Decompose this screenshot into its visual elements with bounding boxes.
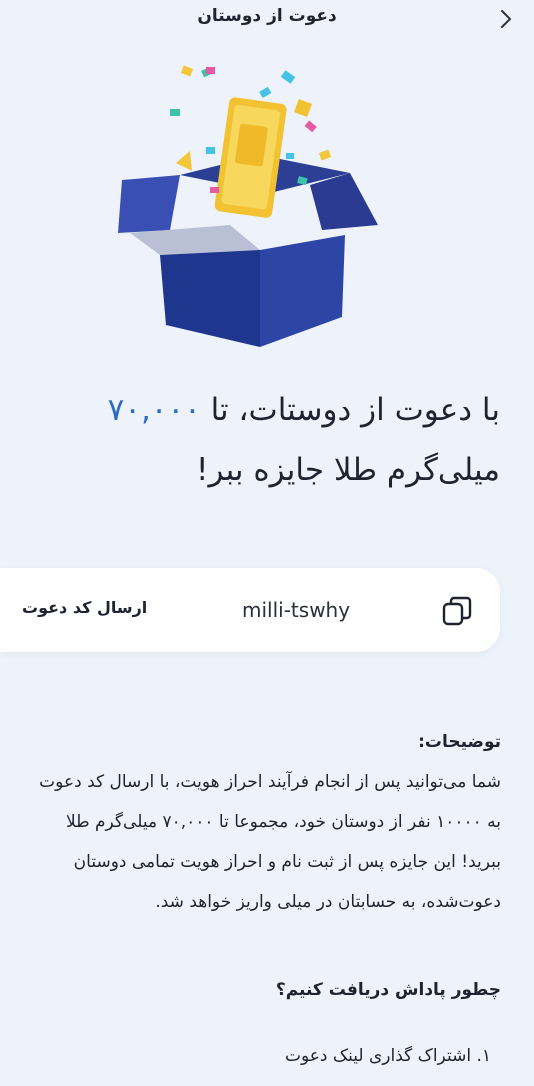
step-item: ۱. اشتراک گذاری لینک دعوت: [285, 1046, 491, 1066]
page-header: دعوت از دوستان: [0, 0, 534, 38]
gift-box-illustration: [118, 65, 378, 347]
send-invite-button[interactable]: ارسال کد دعوت: [22, 598, 147, 617]
description-body: شما می‌توانید پس از انجام فرآیند احراز ه…: [39, 772, 501, 912]
invite-code: milli-tswhy: [242, 598, 351, 622]
headline-amount: ۷۰,۰۰۰: [107, 392, 201, 428]
chevron-right-icon[interactable]: [496, 8, 516, 30]
description-title: توضیحات:: [418, 732, 501, 752]
headline-suffix: میلی‌گرم طلا جایزه ببر!: [196, 452, 500, 488]
copy-icon[interactable]: [440, 594, 474, 628]
page-title: دعوت از دوستان: [197, 6, 337, 26]
invite-code-card: ارسال کد دعوت milli-tswhy: [0, 568, 500, 652]
headline: با دعوت از دوستات، تا ۷۰,۰۰۰ میلی‌گرم طل…: [20, 380, 500, 500]
headline-prefix: با دعوت از دوستات، تا: [210, 392, 500, 428]
description-section: توضیحات: شما می‌توانید پس از انجام فرآین…: [21, 722, 501, 922]
how-to-get-reward-title: چطور پاداش دریافت کنیم؟: [275, 980, 501, 1000]
